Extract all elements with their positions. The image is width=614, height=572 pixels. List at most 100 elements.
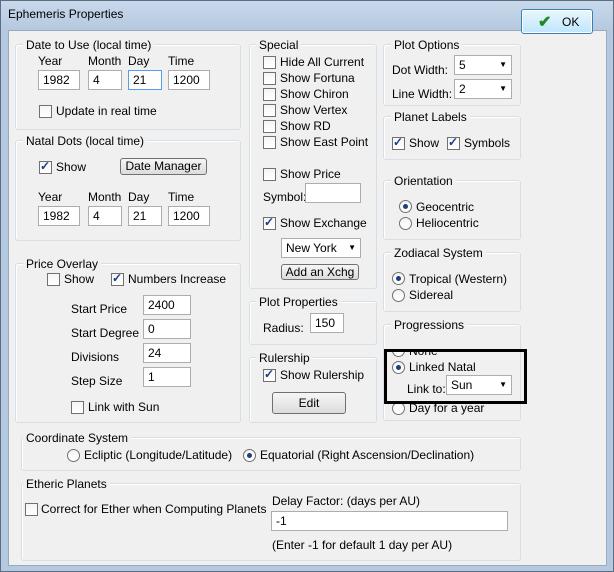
show-east-point-checkbox[interactable] — [263, 136, 276, 149]
price-show-checkbox[interactable] — [47, 273, 60, 286]
check-icon: ✔ — [538, 14, 552, 31]
plot-properties-title: Plot Properties — [256, 295, 341, 309]
natal-time-input[interactable]: 1200 — [168, 206, 210, 226]
show-fortuna-checkbox[interactable] — [263, 72, 276, 85]
natal-time-label: Time — [168, 190, 195, 204]
exchange-dropdown[interactable]: New York ▼ — [281, 238, 361, 258]
ecliptic-radio[interactable] — [67, 449, 80, 462]
delay-factor-label: Delay Factor: (days per AU) — [272, 494, 421, 508]
date-day-input[interactable]: 21 — [128, 70, 162, 90]
dot-width-dropdown[interactable]: 5 ▼ — [454, 55, 512, 75]
show-vertex-checkbox[interactable] — [263, 104, 276, 117]
start-price-label: Start Price — [71, 302, 128, 316]
equatorial-label: Equatorial (Right Ascension/Declination) — [260, 448, 475, 462]
natal-show-checkbox[interactable] — [39, 159, 52, 174]
update-realtime-label: Update in real time — [56, 104, 157, 118]
exchange-selected: New York — [286, 241, 337, 255]
sidereal-label: Sidereal — [409, 288, 454, 302]
step-size-label: Step Size — [71, 374, 123, 388]
planet-symbols-checkbox[interactable] — [447, 135, 460, 150]
natal-month-label: Month — [88, 190, 122, 204]
step-size-input[interactable]: 1 — [143, 367, 191, 387]
date-manager-button[interactable]: Date Manager — [120, 158, 207, 175]
show-rulership-label: Show Rulership — [280, 368, 365, 382]
divisions-input[interactable]: 24 — [143, 343, 191, 363]
radius-input[interactable]: 150 — [310, 313, 344, 333]
delay-factor-input[interactable]: -1 — [271, 511, 508, 531]
chevron-down-icon: ▼ — [348, 243, 356, 252]
add-xchg-button[interactable]: Add an Xchg — [281, 264, 359, 280]
heliocentric-radio[interactable] — [399, 217, 412, 230]
symbol-input[interactable] — [305, 183, 361, 203]
natal-show-label: Show — [56, 160, 87, 174]
plot-options-title: Plot Options — [391, 38, 463, 52]
geocentric-radio[interactable] — [399, 200, 412, 213]
date-year-input[interactable]: 1982 — [38, 70, 80, 90]
show-exchange-checkbox[interactable] — [263, 215, 276, 230]
equatorial-radio[interactable] — [243, 449, 256, 462]
dot-width-label: Dot Width: — [392, 63, 449, 77]
show-chiron-checkbox[interactable] — [263, 88, 276, 101]
show-vertex-label: Show Vertex — [280, 103, 348, 117]
planet-symbols-label: Symbols — [464, 136, 511, 150]
correct-ether-checkbox[interactable] — [25, 503, 38, 516]
progressions-title: Progressions — [391, 318, 468, 332]
planet-labels-title: Planet Labels — [391, 110, 470, 124]
orientation-title: Orientation — [391, 174, 456, 188]
time-label: Time — [168, 54, 195, 68]
update-realtime-checkbox[interactable] — [39, 105, 52, 118]
show-rulership-checkbox[interactable] — [263, 367, 276, 382]
sidereal-radio[interactable] — [392, 289, 405, 302]
natal-year-input[interactable]: 1982 — [38, 206, 80, 226]
chevron-down-icon: ▼ — [499, 84, 507, 93]
natal-year-label: Year — [38, 190, 63, 204]
start-degree-input[interactable]: 0 — [143, 319, 191, 339]
tropical-radio[interactable] — [392, 272, 405, 285]
symbol-label: Symbol: — [263, 190, 307, 204]
dialog-window: Ephemeris Properties Date to Use (local … — [0, 0, 614, 572]
numbers-increase-checkbox[interactable] — [111, 271, 124, 286]
dot-width-value: 5 — [459, 58, 466, 72]
natal-dots-title: Natal Dots (local time) — [23, 134, 148, 148]
etheric-title: Etheric Planets — [23, 477, 110, 491]
price-show-label: Show — [64, 272, 95, 286]
natal-month-input[interactable]: 4 — [88, 206, 122, 226]
ok-button-label: OK — [562, 15, 580, 29]
edit-button[interactable]: Edit — [272, 392, 346, 414]
tropical-label: Tropical (Western) — [409, 272, 508, 286]
highlight-box — [384, 349, 527, 404]
start-degree-label: Start Degree — [71, 326, 140, 340]
ok-button[interactable]: ✔ OK — [521, 9, 593, 34]
date-to-use-title: Date to Use (local time) — [23, 38, 155, 52]
coordinate-title: Coordinate System — [23, 431, 132, 445]
zodiacal-title: Zodiacal System — [391, 246, 486, 260]
planet-show-label: Show — [409, 136, 440, 150]
year-label: Year — [38, 54, 63, 68]
start-price-input[interactable]: 2400 — [143, 295, 191, 315]
show-price-checkbox[interactable] — [263, 168, 276, 181]
price-overlay-group — [15, 263, 241, 423]
chevron-down-icon: ▼ — [499, 60, 507, 69]
link-sun-checkbox[interactable] — [71, 401, 84, 414]
hide-all-current-checkbox[interactable] — [263, 56, 276, 69]
special-title: Special — [256, 38, 302, 52]
planet-show-checkbox[interactable] — [392, 135, 405, 150]
show-exchange-label: Show Exchange — [280, 216, 367, 230]
line-width-label: Line Width: — [392, 87, 453, 101]
radius-label: Radius: — [263, 321, 304, 335]
line-width-value: 2 — [459, 82, 466, 96]
delay-hint: (Enter -1 for default 1 day per AU) — [272, 538, 453, 552]
month-label: Month — [88, 54, 122, 68]
date-month-input[interactable]: 4 — [88, 70, 122, 90]
show-chiron-label: Show Chiron — [280, 87, 349, 101]
line-width-dropdown[interactable]: 2 ▼ — [454, 79, 512, 99]
numbers-increase-label: Numbers Increase — [128, 272, 227, 286]
show-east-point-label: Show East Point — [280, 135, 369, 149]
correct-ether-label: Correct for Ether when Computing Planets — [41, 502, 267, 516]
day-label: Day — [128, 54, 150, 68]
natal-day-label: Day — [128, 190, 150, 204]
natal-day-input[interactable]: 21 — [128, 206, 162, 226]
show-rd-label: Show RD — [280, 119, 331, 133]
date-time-input[interactable]: 1200 — [168, 70, 210, 90]
show-rd-checkbox[interactable] — [263, 120, 276, 133]
